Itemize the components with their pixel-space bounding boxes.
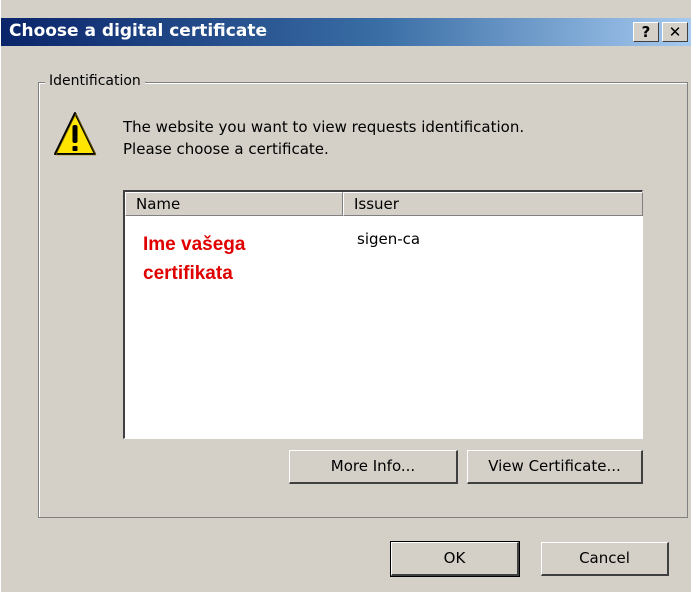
certificate-dialog: Choose a digital certificate ? ✕ Identif… xyxy=(0,0,691,592)
help-button[interactable]: ? xyxy=(633,22,659,42)
column-header-name[interactable]: Name xyxy=(125,192,343,216)
more-info-button[interactable]: More Info... xyxy=(289,450,458,484)
message-line-2: Please choose a certificate. xyxy=(123,140,329,158)
title-bar[interactable]: Choose a digital certificate ? ✕ xyxy=(1,18,691,46)
certificate-name-line-2: certifikata xyxy=(143,263,233,284)
window-title: Choose a digital certificate xyxy=(9,21,267,41)
certificate-name: Ime vašega certifikata xyxy=(143,230,245,288)
ok-button[interactable]: OK xyxy=(390,541,520,577)
certificate-issuer: sigen-ca xyxy=(357,230,421,248)
column-header-issuer[interactable]: Issuer xyxy=(343,192,643,216)
close-button[interactable]: ✕ xyxy=(662,22,688,42)
view-certificate-button[interactable]: View Certificate... xyxy=(467,450,643,484)
message-line-1: The website you want to view requests id… xyxy=(123,118,525,136)
warning-icon xyxy=(54,112,97,156)
group-label: Identification xyxy=(45,73,145,89)
certificate-list[interactable]: Name Issuer Ime vašega certifikata sigen… xyxy=(123,190,643,439)
certificate-name-line-1: Ime vašega xyxy=(143,234,246,255)
message-text: The website you want to view requests id… xyxy=(123,116,524,160)
cancel-button[interactable]: Cancel xyxy=(541,542,669,576)
list-item[interactable]: Ime vašega certifikata sigen-ca xyxy=(125,216,641,284)
